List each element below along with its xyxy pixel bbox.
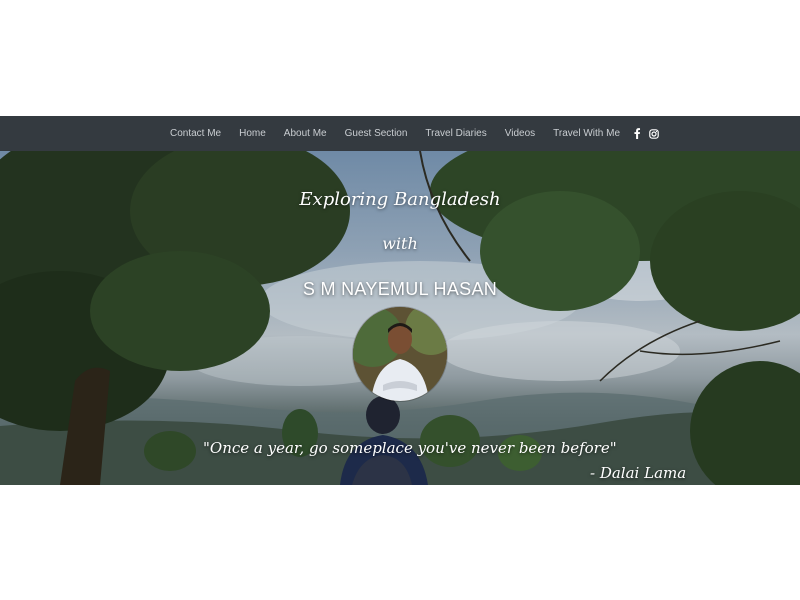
avatar bbox=[353, 307, 447, 401]
nav-item-contact-me[interactable]: Contact Me bbox=[170, 128, 221, 139]
instagram-icon[interactable] bbox=[649, 128, 659, 139]
nav-item-guest-section[interactable]: Guest Section bbox=[345, 128, 408, 139]
top-navbar: Contact Me Home About Me Guest Section T… bbox=[0, 116, 800, 151]
avatar-photo bbox=[353, 307, 447, 401]
nav-item-travel-with-me[interactable]: Travel With Me bbox=[553, 128, 620, 139]
hero-title: Exploring Bangladesh bbox=[299, 189, 501, 210]
page: Contact Me Home About Me Guest Section T… bbox=[0, 0, 800, 600]
nav-item-home[interactable]: Home bbox=[239, 128, 266, 139]
nav-item-about-me[interactable]: About Me bbox=[284, 128, 327, 139]
hero-name: S M NAYEMUL HASAN bbox=[302, 279, 498, 299]
nav-item-travel-diaries[interactable]: Travel Diaries bbox=[425, 128, 486, 139]
hero-quote-author: - Dalai Lama bbox=[590, 464, 687, 482]
hero-quote: "Once a year, go someplace you've never … bbox=[203, 439, 617, 457]
hero-title-with: with bbox=[382, 234, 418, 253]
nav-item-videos[interactable]: Videos bbox=[505, 128, 535, 139]
facebook-icon[interactable] bbox=[633, 128, 641, 139]
hero-banner: Exploring Bangladesh with S M NAYEMUL HA… bbox=[0, 151, 800, 485]
